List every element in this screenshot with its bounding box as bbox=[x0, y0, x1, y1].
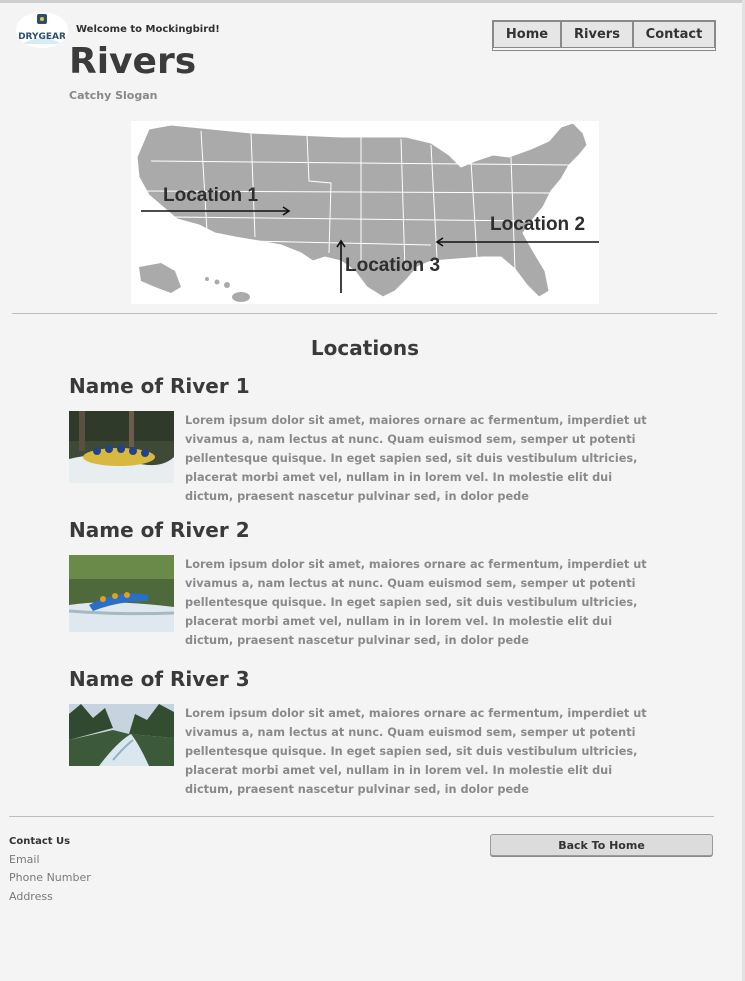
section-divider bbox=[12, 313, 717, 314]
river-3-title: Name of River 3 bbox=[69, 667, 250, 691]
drygear-logo[interactable]: DRYGEAR bbox=[16, 12, 68, 48]
welcome-text: Welcome to Mockingbird! bbox=[76, 24, 220, 35]
river-1-photo bbox=[69, 411, 174, 483]
river-3-photo bbox=[69, 704, 174, 766]
river-2-description: Lorem ipsum dolor sit amet, maiores orna… bbox=[185, 558, 647, 647]
river-2-photo bbox=[69, 555, 174, 632]
nav-rivers-button[interactable]: Rivers bbox=[561, 21, 633, 48]
slogan: Catchy Slogan bbox=[69, 89, 158, 102]
location-1-label[interactable]: Location 1 bbox=[163, 185, 258, 207]
alaska-shape bbox=[139, 263, 181, 293]
contact-email[interactable]: Email bbox=[9, 853, 40, 866]
locations-heading: Locations bbox=[310, 336, 420, 360]
back-to-home-button[interactable]: Back To Home bbox=[490, 834, 713, 856]
page-title: Rivers bbox=[69, 41, 197, 82]
top-border bbox=[0, 0, 745, 3]
nav-home-button[interactable]: Home bbox=[493, 21, 561, 48]
river-3-description: Lorem ipsum dolor sit amet, maiores orna… bbox=[185, 707, 647, 796]
us-map: Location 1 Location 2 Location 3 bbox=[131, 121, 599, 304]
location-2-label[interactable]: Location 2 bbox=[490, 214, 585, 236]
nav-contact-button[interactable]: Contact bbox=[633, 21, 715, 48]
river-2-title: Name of River 2 bbox=[69, 518, 250, 542]
contact-address[interactable]: Address bbox=[9, 890, 53, 903]
river-1-title: Name of River 1 bbox=[69, 374, 250, 398]
footer-divider bbox=[9, 816, 714, 817]
hawaii-shape bbox=[205, 277, 250, 302]
contact-us-heading: Contact Us bbox=[9, 836, 71, 847]
river-1-description: Lorem ipsum dolor sit amet, maiores orna… bbox=[185, 414, 647, 503]
contact-phone[interactable]: Phone Number bbox=[9, 871, 91, 884]
logo-wordmark: DRYGEAR bbox=[18, 32, 66, 42]
main-nav: Home Rivers Contact bbox=[492, 20, 716, 51]
location-3-label[interactable]: Location 3 bbox=[345, 255, 440, 277]
